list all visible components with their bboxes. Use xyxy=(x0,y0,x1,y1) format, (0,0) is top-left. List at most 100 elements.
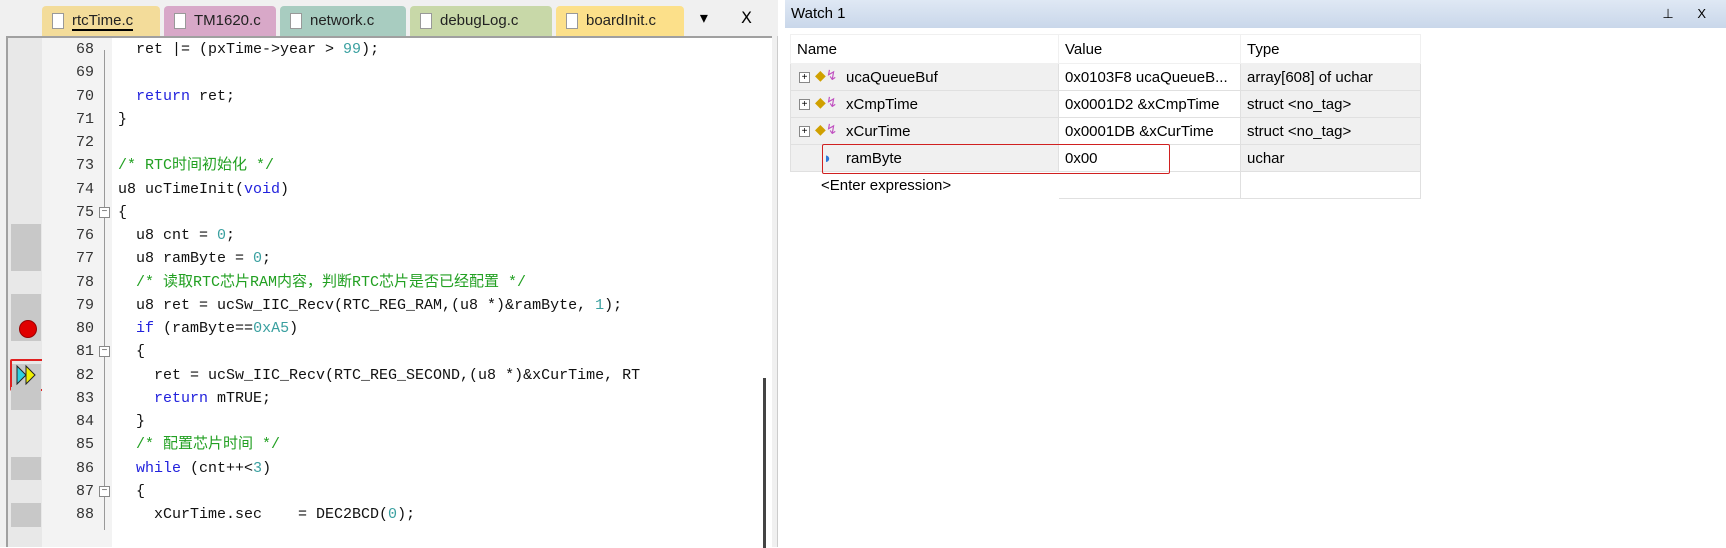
watch-value-cell[interactable]: 0x0103F8 ucaQueueB... xyxy=(1058,63,1241,91)
watch-row-xCmpTime[interactable]: + ◆↯ xCmpTime 0x0001D2 &xCmpTime struct <no_… xyxy=(790,90,1421,118)
file-icon xyxy=(566,13,578,29)
code-token: { xyxy=(118,343,146,361)
struct-variable-icon: ◆↯ xyxy=(815,67,838,83)
code-token: 0 xyxy=(388,506,398,523)
code-token: } xyxy=(118,110,128,128)
code-token: /* 配置芯片时间 */ xyxy=(118,436,281,454)
tab-label: network.c xyxy=(310,12,375,29)
code-line: 70 return ret; xyxy=(8,85,768,108)
code-token: ); xyxy=(361,41,380,58)
tab-label: rtcTime.c xyxy=(72,12,134,31)
vertical-scrollbar[interactable] xyxy=(763,378,766,548)
tab-label: TM1620.c xyxy=(194,12,261,29)
expand-icon[interactable]: + xyxy=(799,72,810,83)
code-token: u8 ret = ucSw_IIC_Recv(RTC_REG_RAM,(u8 *… xyxy=(118,296,596,314)
code-token: xCurTime.sec = DEC2BCD( xyxy=(118,506,389,523)
code-line: 85 /* 配置芯片时间 */ xyxy=(8,433,768,456)
code-token: ) xyxy=(262,459,272,477)
tab-label: debugLog.c xyxy=(440,12,519,29)
enter-expression-input[interactable]: <Enter expression> xyxy=(790,171,1059,199)
code-token: /* RTC时间初始化 */ xyxy=(118,157,275,175)
code-line: 87− { xyxy=(8,480,768,503)
code-line: 78 /* 读取RTC芯片RAM内容，判断RTC芯片是否已经配置 */ xyxy=(8,271,768,294)
code-token: 0 xyxy=(217,227,227,244)
code-line: 80 if (ramByte==0xA5) xyxy=(8,317,768,340)
watch-pane-controls[interactable]: ⊥ X xyxy=(1662,0,1716,28)
code-line: 82 ret = ucSw_IIC_Recv(RTC_REG_SECOND,(u… xyxy=(8,364,768,387)
code-line: 76 u8 cnt = 0; xyxy=(8,224,768,247)
code-line: 77 u8 ramByte = 0; xyxy=(8,247,768,270)
code-text: { xyxy=(118,340,145,363)
tab-controls[interactable]: ▾ X xyxy=(700,8,766,27)
code-token: mTRUE; xyxy=(208,389,272,407)
code-text: return ret; xyxy=(118,85,235,108)
line-number: 69 xyxy=(75,64,94,82)
enter-expression-row[interactable]: <Enter expression> xyxy=(790,171,1421,199)
watch-row-xCurTime[interactable]: + ◆↯ xCurTime 0x0001DB &xCurTime struct <no_… xyxy=(790,117,1421,145)
tab-debuglog-c[interactable]: debugLog.c xyxy=(410,6,552,36)
watch-type-cell: struct <no_tag> xyxy=(1240,90,1421,118)
expand-icon[interactable]: + xyxy=(799,126,810,137)
watch-table: Name Value Type + ◆↯ ucaQueueBuf 0x0103F8 u… xyxy=(790,34,1421,199)
watch-name: ucaQueueBuf xyxy=(846,68,938,86)
expand-icon[interactable]: + xyxy=(799,99,810,110)
fold-collapse-icon[interactable]: − xyxy=(99,346,110,358)
line-number: 81 xyxy=(75,343,94,361)
file-icon xyxy=(290,13,302,29)
editor-tabs: rtcTime.c TM1620.c network.c debugLog.c boar… xyxy=(0,0,778,36)
code-token: { xyxy=(118,203,128,221)
tab-tm1620-c[interactable]: TM1620.c xyxy=(164,6,276,36)
line-number: 87 xyxy=(75,482,94,500)
tab-network-c[interactable]: network.c xyxy=(280,6,406,36)
code-text: u8 ret = ucSw_IIC_Recv(RTC_REG_RAM,(u8 *… xyxy=(118,294,622,317)
column-header-name[interactable]: Name xyxy=(790,34,1059,64)
line-number: 85 xyxy=(75,436,94,454)
code-token: u8 cnt = xyxy=(118,227,218,244)
code-token: ); xyxy=(397,506,416,523)
code-token: u8 ramByte = xyxy=(118,250,254,268)
tab-rtctime-c[interactable]: rtcTime.c xyxy=(42,6,160,36)
code-text: while (cnt++<3) xyxy=(118,457,271,480)
line-number: 76 xyxy=(75,227,94,244)
code-token: } xyxy=(118,413,146,430)
code-token: { xyxy=(118,482,146,500)
fold-collapse-icon[interactable]: − xyxy=(99,485,110,497)
watch-pane: Watch 1 ⊥ X Name Value Type + ◆↯ ucaQueueBu… xyxy=(785,0,1726,547)
watch-value-cell[interactable]: 0x0001D2 &xCmpTime xyxy=(1058,90,1241,118)
struct-variable-icon: ◆↯ xyxy=(815,121,838,137)
code-token: ) xyxy=(289,320,299,337)
code-token: 3 xyxy=(253,459,263,477)
watch-row-ucaQueueBuf[interactable]: + ◆↯ ucaQueueBuf 0x0103F8 ucaQueueB... array… xyxy=(790,63,1421,91)
code-token: void xyxy=(244,180,281,198)
watch-name: xCurTime xyxy=(846,122,911,140)
line-number: 74 xyxy=(75,180,94,198)
code-token: 0xA5 xyxy=(253,320,290,337)
code-token: if xyxy=(136,320,155,337)
column-header-type[interactable]: Type xyxy=(1240,34,1421,64)
line-number: 68 xyxy=(75,41,94,58)
column-header-value[interactable]: Value xyxy=(1058,34,1241,64)
watch-value-cell[interactable]: 0x0001DB &xCurTime xyxy=(1058,117,1241,145)
highlight-box xyxy=(822,144,1170,174)
tab-boardinit-c[interactable]: boardInit.c xyxy=(556,6,684,36)
code-line: 72 xyxy=(8,131,768,154)
code-line: 81− { xyxy=(8,340,768,363)
code-line: 86 while (cnt++<3) xyxy=(8,457,768,480)
code-view[interactable]: 68 ret |= (pxTime->year > 99); 69 70 retur… xyxy=(6,36,772,548)
line-number: 78 xyxy=(75,273,94,291)
code-line: 83 return mTRUE; xyxy=(8,387,768,410)
watch-title-bar: Watch 1 ⊥ X xyxy=(785,0,1726,28)
code-line: 84 } xyxy=(8,410,768,433)
fold-collapse-icon[interactable]: − xyxy=(99,206,110,218)
tab-label: boardInit.c xyxy=(586,12,657,29)
watch-name-cell: + ◆↯ xCmpTime xyxy=(790,90,1059,118)
code-token: 0 xyxy=(253,250,263,268)
line-number: 70 xyxy=(75,87,94,105)
code-token: return xyxy=(136,87,191,105)
code-text: { xyxy=(118,480,145,503)
line-number: 71 xyxy=(75,110,94,128)
